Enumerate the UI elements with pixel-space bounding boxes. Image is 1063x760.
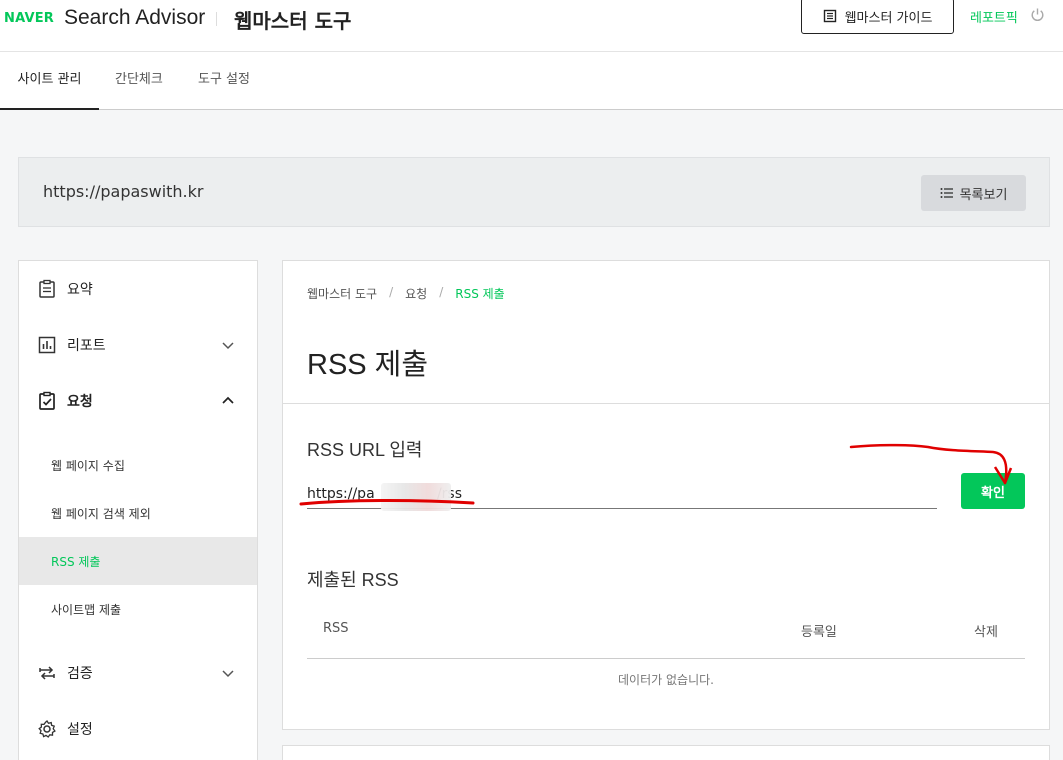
chevron-up-icon xyxy=(222,396,234,404)
logo-divider xyxy=(216,12,217,26)
sidebar-item-label: 요약 xyxy=(67,282,93,298)
user-name[interactable]: 레포트픽 xyxy=(970,7,1018,26)
list-icon xyxy=(940,188,953,198)
sidebar-item-settings[interactable]: 설정 xyxy=(19,701,257,757)
webmaster-guide-label: 웹마스터 가이드 xyxy=(844,10,933,26)
main-panel: 웹마스터 도구 / 요청 / RSS 제출 RSS 제출 RSS URL 입력 … xyxy=(282,260,1050,730)
book-icon xyxy=(823,9,836,23)
clipboard-check-icon xyxy=(39,391,55,410)
site-bar: https://papaswith.kr 목록보기 xyxy=(18,157,1050,227)
naver-logo[interactable]: NAVER xyxy=(4,11,54,26)
sidebar-subitem-web-page-collect[interactable]: 웹 페이지 수집 xyxy=(19,441,257,489)
sidebar-item-summary[interactable]: 요약 xyxy=(19,261,257,317)
next-panel xyxy=(282,745,1050,760)
confirm-button[interactable]: 확인 xyxy=(961,473,1025,509)
main-tabs: 사이트 관리 간단체크 도구 설정 xyxy=(0,52,1063,110)
sidebar-subitem-label: 웹 페이지 수집 xyxy=(51,459,125,473)
empty-table-message: 데이터가 없습니다. xyxy=(618,673,714,687)
submitted-rss-title: 제출된 RSS xyxy=(307,570,399,590)
redacted-blur xyxy=(381,483,451,511)
sidebar: 요약 리포트 요청 웹 페이지 수집 웹 페이지 검색 제외 RSS 제출 사이… xyxy=(18,260,258,760)
column-date: 등록일 xyxy=(801,625,837,640)
swap-icon xyxy=(39,666,55,680)
sidebar-item-label: 설정 xyxy=(67,722,93,738)
breadcrumb-separator: / xyxy=(389,285,394,299)
sidebar-subitem-label: RSS 제출 xyxy=(51,555,101,569)
tab-site-management[interactable]: 사이트 관리 xyxy=(0,52,99,110)
rss-table-header: RSS 등록일 삭제 xyxy=(307,611,1025,659)
sidebar-item-label: 리포트 xyxy=(67,338,106,354)
gear-icon xyxy=(38,720,56,738)
clipboard-icon xyxy=(39,279,55,298)
breadcrumb: 웹마스터 도구 / 요청 / RSS 제출 xyxy=(307,285,505,302)
top-header: NAVER Search Advisor 웹마스터 도구 웹마스터 가이드 레포… xyxy=(0,0,1063,52)
breadcrumb-item[interactable]: 요청 xyxy=(405,285,427,302)
column-delete: 삭제 xyxy=(974,625,998,640)
sidebar-subitem-sitemap-submit[interactable]: 사이트맵 제출 xyxy=(19,585,257,633)
list-view-button[interactable]: 목록보기 xyxy=(921,175,1026,211)
page-title: RSS 제출 xyxy=(307,349,429,381)
breadcrumb-item[interactable]: 웹마스터 도구 xyxy=(307,285,377,302)
sidebar-item-request[interactable]: 요청 xyxy=(19,373,257,429)
breadcrumb-current: RSS 제출 xyxy=(455,287,505,301)
column-rss: RSS xyxy=(323,621,349,636)
chevron-down-icon xyxy=(222,670,234,678)
webmaster-tool-title[interactable]: 웹마스터 도구 xyxy=(234,5,351,34)
list-view-label: 목록보기 xyxy=(959,187,1008,203)
rss-url-label: RSS URL 입력 xyxy=(307,440,423,460)
sidebar-subitem-label: 웹 페이지 검색 제외 xyxy=(51,507,151,521)
sidebar-subitem-web-page-exclude[interactable]: 웹 페이지 검색 제외 xyxy=(19,489,257,537)
tab-quick-check[interactable]: 간단체크 xyxy=(115,52,163,110)
sidebar-item-verify[interactable]: 검증 xyxy=(19,645,257,701)
sidebar-subitem-rss-submit[interactable]: RSS 제출 xyxy=(19,537,257,585)
divider xyxy=(283,403,1049,404)
chevron-down-icon xyxy=(222,342,234,350)
sidebar-item-report[interactable]: 리포트 xyxy=(19,317,257,373)
power-icon[interactable] xyxy=(1030,7,1045,22)
tab-tool-settings[interactable]: 도구 설정 xyxy=(198,52,250,110)
site-url: https://papaswith.kr xyxy=(43,182,204,201)
chart-icon xyxy=(38,336,56,354)
sidebar-item-label: 요청 xyxy=(67,394,93,410)
webmaster-guide-button[interactable]: 웹마스터 가이드 xyxy=(801,0,954,34)
search-advisor-logo[interactable]: Search Advisor xyxy=(64,6,205,30)
breadcrumb-separator: / xyxy=(439,285,444,299)
sidebar-item-label: 검증 xyxy=(67,666,93,682)
sidebar-subitem-label: 사이트맵 제출 xyxy=(51,603,122,617)
